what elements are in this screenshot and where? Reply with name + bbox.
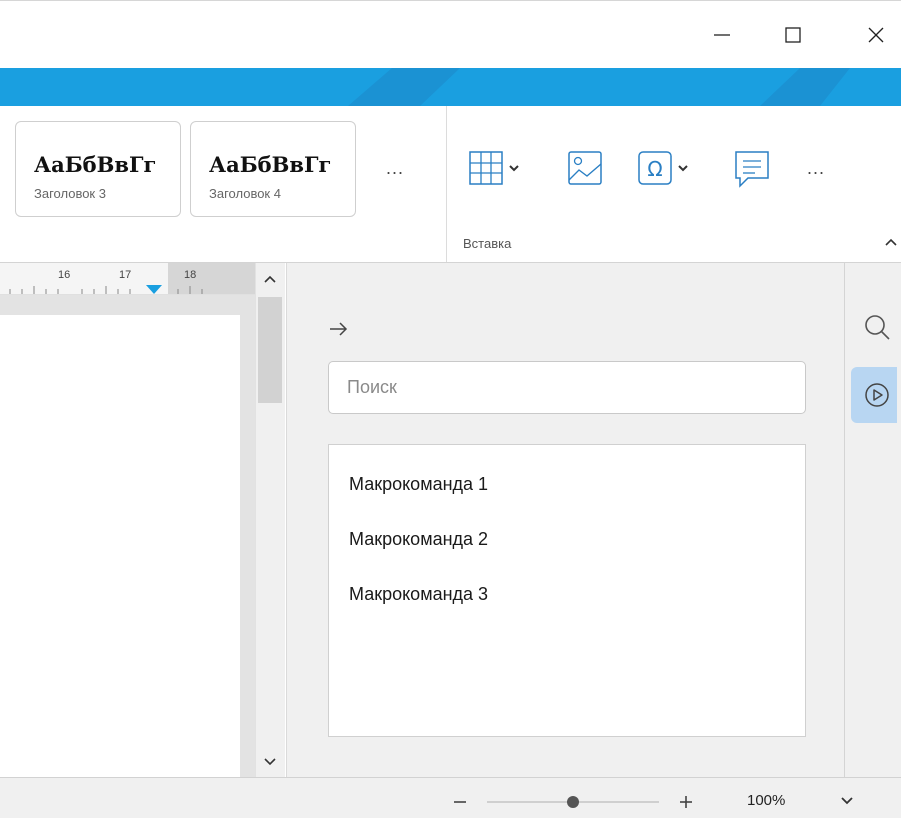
tab-band (0, 68, 901, 106)
zoom-in-icon (680, 796, 692, 808)
more-insert-button[interactable]: ... (807, 158, 825, 179)
image-icon (568, 151, 602, 185)
insert-table-button[interactable] (468, 150, 526, 191)
macro-list: Макрокоманда 1 Макрокоманда 2 Макрокоман… (328, 444, 806, 737)
zoom-slider[interactable] (440, 778, 880, 819)
zoom-thumb (567, 796, 579, 808)
search-icon[interactable] (863, 313, 891, 343)
close-button[interactable] (856, 15, 896, 55)
ruler-number: 16 (58, 269, 71, 281)
insert-image-button[interactable] (567, 150, 603, 191)
more-styles-button[interactable]: ... (386, 158, 404, 179)
special-char-icon: Ω (638, 151, 688, 185)
play-icon (865, 383, 889, 407)
svg-text:Ω: Ω (647, 157, 662, 181)
ribbon: АаБбВвГг Заголовок 3 АаБбВвГг Заголовок … (0, 106, 901, 263)
chevron-up-icon (885, 238, 897, 246)
collapse-ribbon-button[interactable] (884, 234, 898, 252)
table-icon (469, 151, 519, 185)
list-item[interactable]: Макрокоманда 2 (349, 529, 488, 550)
insert-comment-button[interactable] (734, 150, 770, 195)
minimize-icon (714, 34, 730, 36)
maximize-icon (785, 27, 801, 43)
zoom-level[interactable]: 100% (747, 792, 785, 809)
title-bar (0, 0, 901, 68)
ruler-number: 18 (184, 269, 197, 281)
ruler[interactable]: 16 17 18 (0, 263, 255, 295)
search-input[interactable] (329, 362, 787, 412)
macros-tab[interactable] (851, 367, 897, 423)
document-page[interactable] (0, 315, 240, 777)
search-field[interactable] (328, 361, 806, 414)
comment-icon (735, 151, 769, 188)
scroll-down-icon[interactable] (263, 757, 277, 767)
insert-group-label: Вставка (463, 236, 512, 251)
close-icon (868, 27, 884, 43)
list-item[interactable]: Макрокоманда 1 (349, 474, 488, 495)
style-preview: АаБбВвГг (34, 152, 157, 177)
style-heading-4[interactable]: АаБбВвГг Заголовок 4 (190, 121, 356, 217)
list-item[interactable]: Макрокоманда 3 (349, 584, 488, 605)
chevron-down-icon[interactable] (840, 796, 854, 806)
scroll-up-icon[interactable] (263, 274, 277, 284)
style-heading-3[interactable]: АаБбВвГг Заголовок 3 (15, 121, 181, 217)
ruler-number: 17 (119, 269, 132, 281)
style-preview: АаБбВвГг (209, 152, 332, 177)
arrow-right-icon[interactable] (329, 321, 349, 337)
scroll-thumb[interactable] (258, 297, 282, 403)
side-toolbar (844, 263, 901, 777)
ribbon-divider (446, 106, 447, 262)
insert-symbol-button[interactable]: Ω (637, 150, 695, 191)
band-decoration (348, 68, 850, 106)
maximize-button[interactable] (773, 15, 813, 55)
minimize-button[interactable] (702, 15, 742, 55)
status-bar: 100% (0, 777, 901, 818)
style-name: Заголовок 4 (209, 186, 281, 201)
style-name: Заголовок 3 (34, 186, 106, 201)
